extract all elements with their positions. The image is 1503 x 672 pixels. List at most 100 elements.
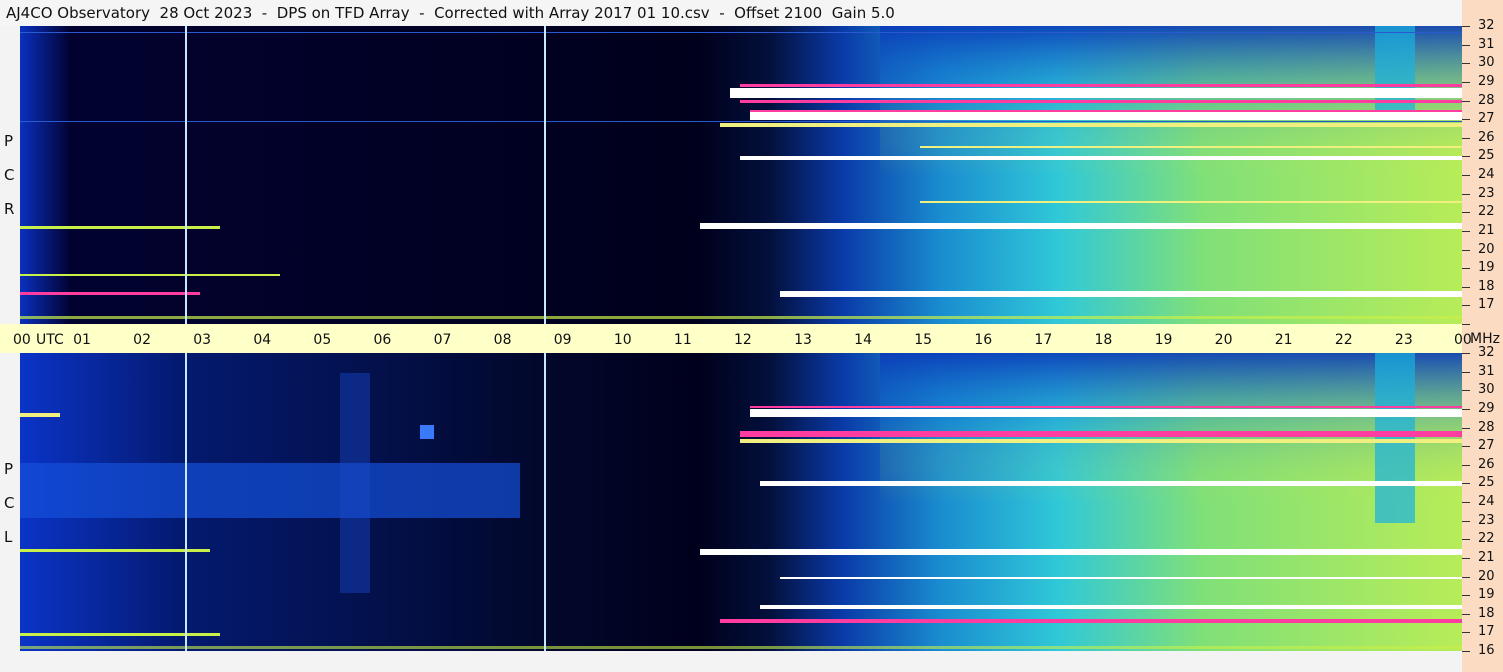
y-tick-label: 28: [1478, 420, 1495, 435]
rcp-spectrogram-svg: [20, 26, 1462, 324]
y-tick-label: 16: [1478, 643, 1495, 658]
x-tick-label: 03: [193, 332, 212, 348]
x-tick-label: 19: [1154, 332, 1173, 348]
y-tick-mark: [1462, 577, 1470, 578]
x-tick-label: 16: [974, 332, 993, 348]
y-tick-label: 24: [1478, 494, 1495, 509]
y-tick-label: 29: [1478, 74, 1495, 89]
y-tick-mark: [1462, 268, 1470, 269]
y-tick-mark: [1462, 324, 1470, 325]
y-tick-mark: [1462, 119, 1470, 120]
y-tick-mark: [1462, 614, 1470, 615]
x-tick-label: 17: [1034, 332, 1053, 348]
utc-time-axis: 00 01 02 03 04 05 06 07 08 09 10 11 12 13 14 15 16 17 18 19…: [0, 324, 1472, 353]
y-tick-label: 23: [1478, 513, 1495, 528]
x-tick-label: 22: [1334, 332, 1353, 348]
x-tick-label: 10: [613, 332, 632, 348]
y-tick-label: 28: [1478, 93, 1495, 108]
x-axis-label: UTC: [36, 332, 64, 348]
y-tick-mark: [1462, 372, 1470, 373]
x-tick-label: 02: [133, 332, 151, 348]
x-tick-label: 13: [794, 332, 812, 348]
y-tick-mark: [1462, 82, 1470, 83]
y-tick-label: 17: [1478, 624, 1495, 639]
x-tick-label: 01: [73, 332, 91, 348]
y-tick-mark: [1462, 446, 1470, 447]
y-tick-label: 18: [1478, 606, 1495, 621]
x-tick-label: 15: [914, 332, 933, 348]
y-tick-mark: [1462, 156, 1470, 157]
y-tick-mark: [1462, 428, 1470, 429]
y-tick-label: 18: [1478, 279, 1495, 294]
y-tick-label: 21: [1478, 550, 1495, 565]
y-tick-mark: [1462, 409, 1470, 410]
x-tick-label: 11: [673, 332, 692, 348]
x-tick-label: 05: [313, 332, 332, 348]
y-tick-mark: [1462, 138, 1470, 139]
rcp-label-letter: C: [4, 166, 15, 184]
x-tick-label: 09: [553, 332, 572, 348]
y-tick-mark: [1462, 175, 1470, 176]
y-tick-label: 26: [1478, 457, 1495, 472]
x-tick-label: 07: [433, 332, 452, 348]
y-tick-label: 25: [1478, 475, 1495, 490]
x-tick-label: 08: [493, 332, 512, 348]
lcp-label-letter: P: [4, 460, 14, 478]
y-tick-label: 22: [1478, 204, 1495, 219]
y-tick-label: 20: [1478, 569, 1495, 584]
rcp-label-letter: P: [4, 132, 14, 150]
y-tick-label: 17: [1478, 297, 1495, 312]
y-tick-label: 22: [1478, 531, 1495, 546]
x-tick-label: 12: [734, 332, 752, 348]
y-tick-mark: [1462, 212, 1470, 213]
y-tick-mark: [1462, 539, 1470, 540]
y-tick-label: 23: [1478, 186, 1495, 201]
y-tick-mark: [1462, 231, 1470, 232]
y-tick-mark: [1462, 63, 1470, 64]
y-tick-mark: [1462, 651, 1470, 652]
x-tick-label: 06: [373, 332, 392, 348]
y-tick-label: 27: [1478, 111, 1495, 126]
y-tick-mark: [1462, 390, 1470, 391]
y-tick-label: 30: [1478, 55, 1495, 70]
y-tick-mark: [1462, 26, 1470, 27]
y-tick-label: 29: [1478, 401, 1495, 416]
y-tick-mark: [1462, 250, 1470, 251]
y-tick-label: 24: [1478, 167, 1495, 182]
rcp-spectrogram: [20, 26, 1462, 324]
y-tick-mark: [1462, 595, 1470, 596]
x-tick-label: 14: [854, 332, 872, 348]
y-tick-mark: [1462, 194, 1470, 195]
y-tick-label: 19: [1478, 587, 1495, 602]
x-tick-label: 20: [1214, 332, 1233, 348]
y-tick-mark: [1462, 45, 1470, 46]
lcp-spectrogram-svg: [20, 353, 1462, 651]
y-tick-label: 26: [1478, 130, 1495, 145]
y-tick-mark: [1462, 353, 1470, 354]
y-tick-label: 20: [1478, 242, 1495, 257]
y-tick-mark: [1462, 465, 1470, 466]
x-tick-label: 21: [1274, 332, 1293, 348]
y-tick-label: 32: [1478, 345, 1495, 360]
y-tick-mark: [1462, 483, 1470, 484]
lcp-label-letter: C: [4, 494, 15, 512]
y-tick-label: 31: [1478, 364, 1495, 379]
y-tick-mark: [1462, 632, 1470, 633]
rcp-label-letter: R: [4, 200, 15, 218]
y-tick-mark: [1462, 502, 1470, 503]
y-tick-label: 30: [1478, 382, 1495, 397]
x-tick-label: 18: [1094, 332, 1113, 348]
x-tick-label: 04: [253, 332, 272, 348]
x-tick-label: 23: [1394, 332, 1413, 348]
y-tick-label: 27: [1478, 438, 1495, 453]
y-tick-mark: [1462, 521, 1470, 522]
chart-title: AJ4CO Observatory 28 Oct 2023 - DPS on T…: [0, 0, 1462, 26]
lcp-label-letter: L: [4, 528, 13, 546]
y-tick-label: 25: [1478, 148, 1495, 163]
y-tick-mark: [1462, 305, 1470, 306]
y-tick-label: 32: [1478, 18, 1495, 33]
y-tick-label: 21: [1478, 223, 1495, 238]
y-tick-label: 19: [1478, 260, 1495, 275]
y-tick-mark: [1462, 558, 1470, 559]
y-tick-mark: [1462, 101, 1470, 102]
